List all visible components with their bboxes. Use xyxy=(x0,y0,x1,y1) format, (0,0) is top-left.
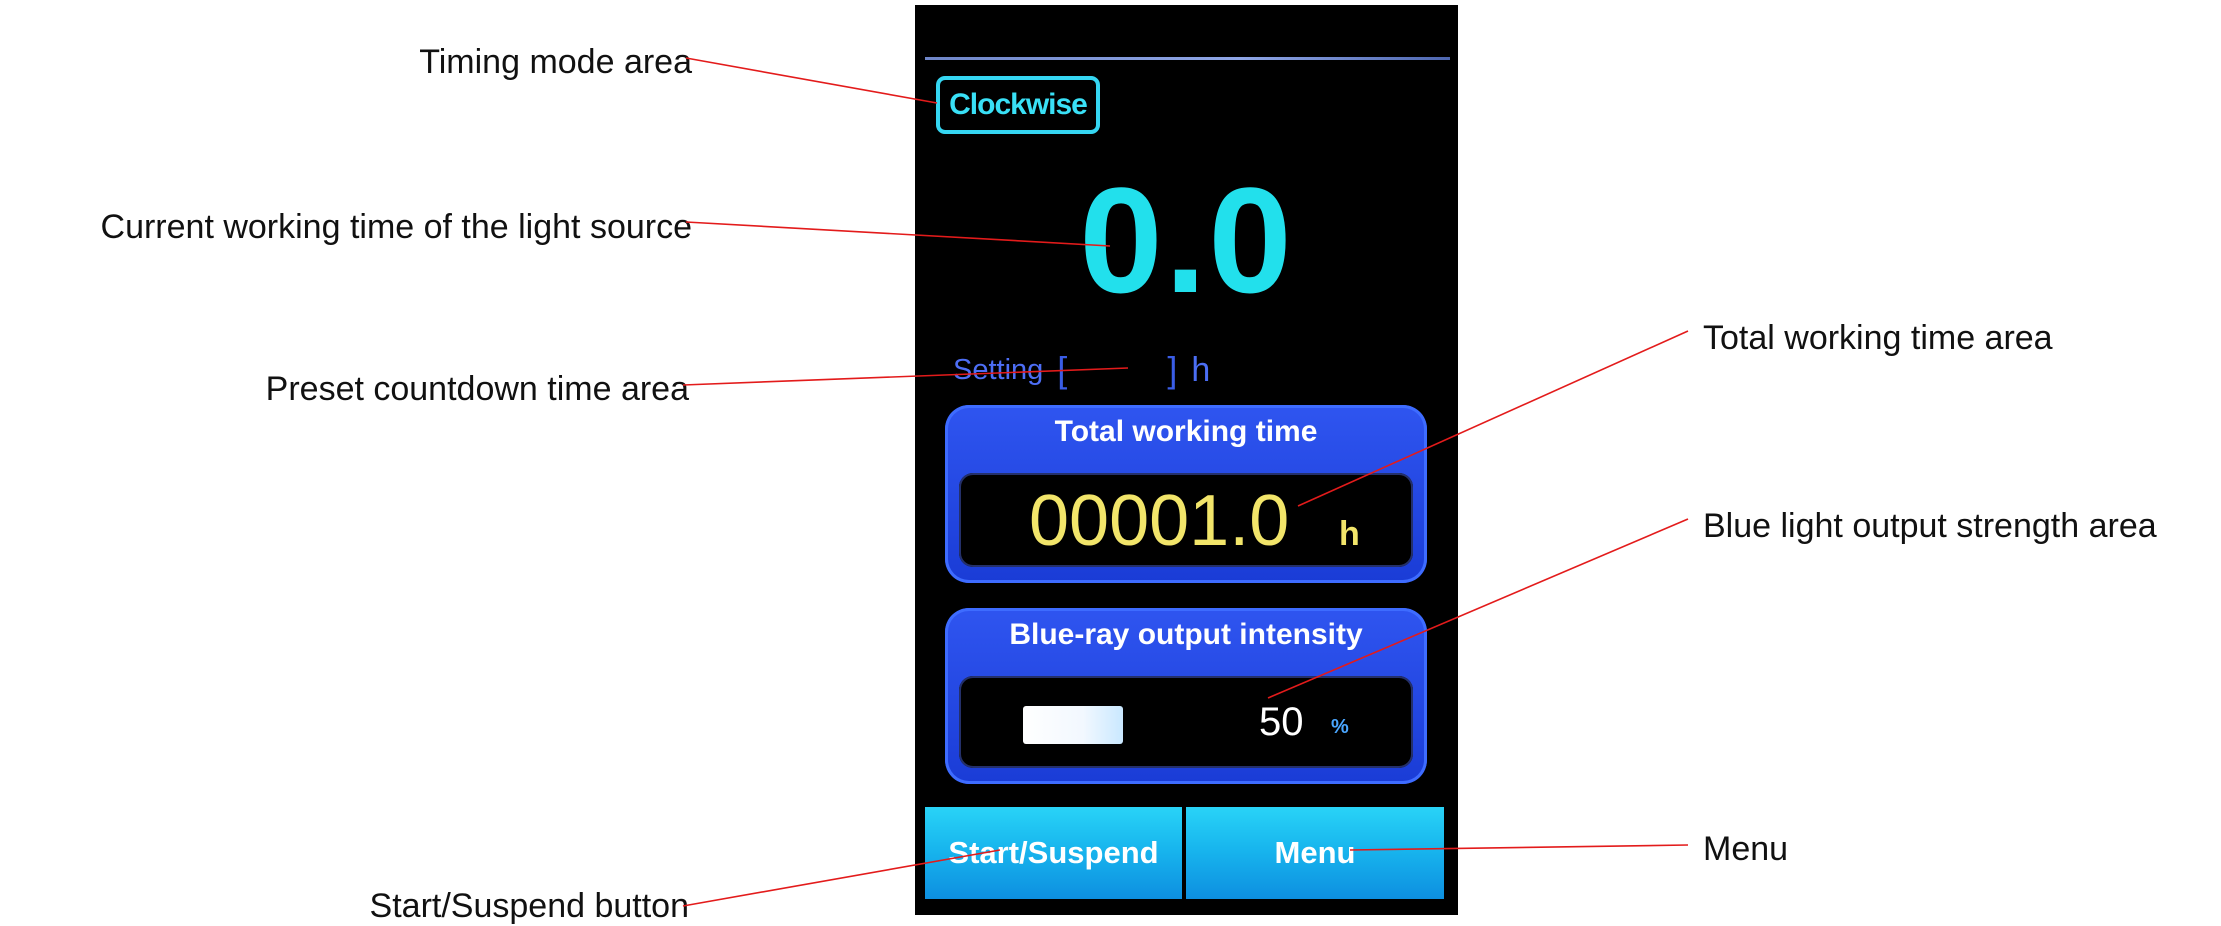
leader-line-menu xyxy=(1349,844,1689,851)
leader-line-timing-mode xyxy=(685,57,938,104)
leader-line-preset xyxy=(682,367,1129,386)
leader-line-start-suspend xyxy=(682,849,1001,907)
leader-line-current-time xyxy=(685,221,1111,247)
leader-line-blue-output xyxy=(1267,518,1689,699)
leader-line-total-working xyxy=(1297,330,1689,507)
annotation-leader-lines xyxy=(682,57,1689,907)
